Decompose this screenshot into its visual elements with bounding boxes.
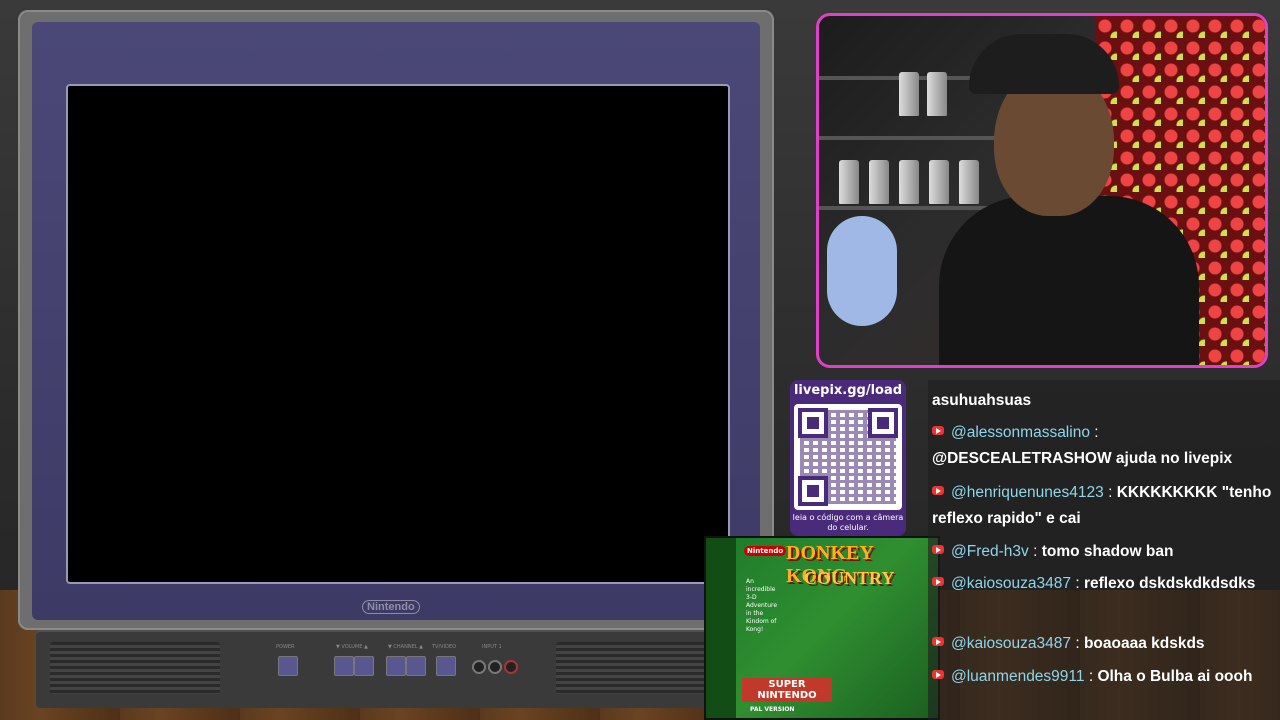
channel-up-button[interactable]: [406, 656, 426, 676]
game-box-art: Nintendo DONKEY KONG COUNTRY An incredib…: [704, 536, 940, 720]
youtube-icon: [932, 577, 944, 587]
tv-bezel: Nintendo: [32, 22, 760, 620]
chat-message: @kaiosouza3487 : reflexo dskdskdkdsdks: [932, 571, 1272, 597]
volume-up-button[interactable]: [354, 656, 374, 676]
platform-label: SUPER NINTENDO: [742, 678, 832, 702]
spray-can: [929, 160, 949, 204]
qr-finder-mark: [868, 408, 898, 438]
shelf: [819, 136, 1019, 140]
spray-can: [899, 160, 919, 204]
spray-can: [839, 160, 859, 204]
volume-label: ▼ VOLUME ▲: [336, 644, 368, 650]
spray-can: [959, 160, 979, 204]
audio-right-jack-icon: [504, 660, 518, 674]
nintendo-badge: Nintendo: [744, 546, 787, 556]
game-title-line2: COUNTRY: [804, 568, 895, 588]
right-speaker-grille: [556, 642, 726, 694]
plush-bear: [827, 216, 897, 326]
spray-can: [927, 72, 947, 116]
qr-code: [794, 404, 902, 510]
volume-down-button[interactable]: [334, 656, 354, 676]
chat-username[interactable]: @Fred-h3v: [951, 543, 1029, 560]
tv-brand-logo: Nintendo: [362, 600, 420, 614]
youtube-icon: [932, 486, 944, 496]
crt-tv: Nintendo: [18, 10, 774, 630]
chat-message: @Fred-h3v : tomo shadow ban: [932, 539, 1272, 565]
chat-message: asuhuahsuas: [932, 388, 1272, 414]
qr-url: livepix.gg/load: [793, 383, 903, 398]
livepix-qr-panel[interactable]: livepix.gg/load leia o código com a câme…: [790, 380, 906, 536]
video-jack-icon: [472, 660, 486, 674]
chat-text: Olha o Bulba ai oooh: [1097, 668, 1253, 685]
tv-control-panel: POWER ▼ VOLUME ▲ ▼ CHANNEL ▲ TV/VIDEO IN…: [36, 630, 736, 708]
chat-text: boaoaaa kdskds: [1083, 635, 1205, 652]
youtube-icon: [932, 637, 944, 647]
spray-can: [869, 160, 889, 204]
webcam-feed: [816, 13, 1268, 368]
chat-username[interactable]: @kaiosouza3487: [951, 635, 1071, 652]
chat-message: @alessonmassalino : @DESCEALETRASHOW aju…: [932, 424, 1233, 467]
game-screen: [66, 84, 730, 584]
left-speaker-grille: [50, 642, 220, 694]
chat-text: @DESCEALETRASHOW ajuda no livepix: [932, 450, 1233, 467]
chat-username[interactable]: @henriquenunes4123: [951, 484, 1104, 501]
tv-video-button[interactable]: [436, 656, 456, 676]
qr-caption: leia o código com a câmera do celular.: [792, 513, 904, 532]
streamer-body: [939, 196, 1199, 365]
qr-finder-mark: [798, 408, 828, 438]
chat-text: reflexo dskdskdkdsdks: [1083, 575, 1256, 592]
live-chat-panel: asuhuahsuas @alessonmassalino : @DESCEAL…: [928, 380, 1280, 720]
power-label: POWER: [276, 644, 295, 650]
channel-down-button[interactable]: [386, 656, 406, 676]
audio-left-jack-icon: [488, 660, 502, 674]
youtube-icon: [932, 426, 944, 436]
game-box-spine: [706, 538, 736, 718]
chat-username[interactable]: @luanmendes9911: [951, 668, 1085, 685]
tv-video-label: TV/VIDEO: [432, 644, 456, 650]
game-blurb: An incredible 3-D Adventure in the Kindo…: [746, 578, 778, 633]
spray-can: [899, 72, 919, 116]
chat-username[interactable]: @alessonmassalino: [951, 424, 1090, 441]
streamer-cap: [969, 34, 1119, 94]
youtube-icon: [932, 545, 944, 555]
chat-message: @henriquenunes4123 : KKKKKKKKK "tenho re…: [932, 484, 1272, 527]
chat-text: asuhuahsuas: [932, 392, 1032, 409]
power-button[interactable]: [278, 656, 298, 676]
youtube-icon: [932, 670, 944, 680]
qr-finder-mark: [798, 476, 828, 506]
input-label: INPUT 1: [482, 644, 502, 650]
chat-message: @kaiosouza3487 : boaoaaa kdskds: [932, 631, 1272, 657]
chat-username[interactable]: @kaiosouza3487: [951, 575, 1071, 592]
chat-text: tomo shadow ban: [1041, 543, 1174, 560]
region-label: PAL VERSION: [750, 706, 795, 713]
chat-message: @luanmendes9911 : Olha o Bulba ai oooh: [932, 664, 1272, 690]
channel-label: ▼ CHANNEL ▲: [388, 644, 423, 650]
